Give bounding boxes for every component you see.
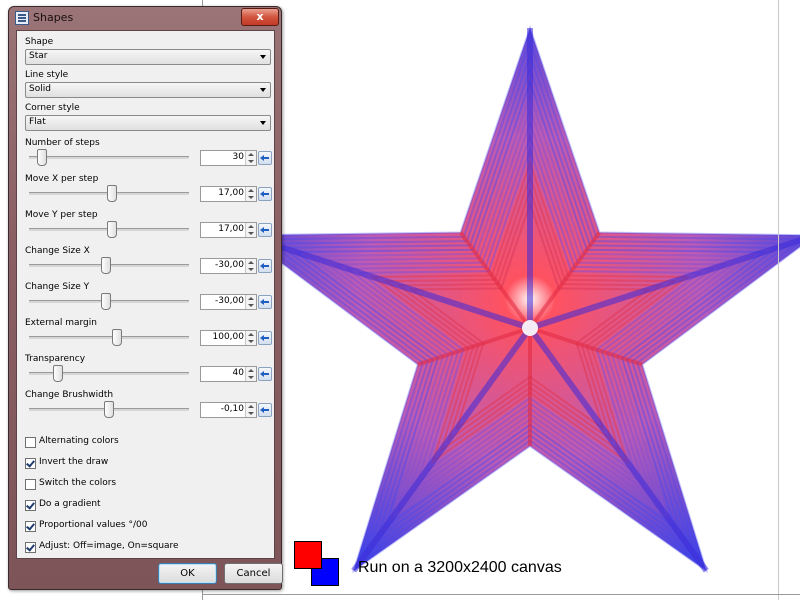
switch-the-colors-label: Switch the colors	[39, 478, 117, 488]
do-a-gradient-checkbox[interactable]	[25, 500, 36, 511]
spin-arrows-icon[interactable]	[245, 367, 256, 381]
transparency-label: Transparency	[25, 354, 86, 364]
corner-style-select-value: Flat	[29, 117, 46, 127]
change-size-y-value: -30,00	[214, 296, 244, 306]
number-of-steps-slider-track[interactable]	[29, 156, 189, 159]
number-of-steps-slider-thumb[interactable]	[37, 149, 47, 166]
move-x-per-step-spinbox[interactable]: 17,00	[200, 186, 257, 202]
line-style-select-value: Solid	[29, 84, 51, 94]
external-margin-slider-track[interactable]	[29, 336, 189, 339]
proportional-values-00-checkbox[interactable]	[25, 521, 36, 532]
change-size-y-label: Change Size Y	[25, 282, 90, 292]
dialog-title: Shapes	[33, 11, 74, 24]
invert-the-draw-label: Invert the draw	[39, 457, 109, 467]
canvas-border-right	[778, 0, 779, 600]
move-y-per-step-reset-arrow-icon[interactable]	[258, 223, 272, 237]
transparency-slider-thumb[interactable]	[53, 365, 63, 382]
spin-arrows-icon[interactable]	[245, 331, 256, 345]
line-style-select[interactable]: Solid	[25, 82, 271, 98]
invert-the-draw-checkbox[interactable]	[25, 458, 36, 469]
canvas-caption: Run on a 3200x2400 canvas	[358, 559, 562, 576]
change-brushwidth-value: -0,10	[220, 404, 244, 414]
change-size-x-reset-arrow-icon[interactable]	[258, 259, 272, 273]
dialog-footer: OK Cancel	[16, 559, 283, 587]
dialog-titlebar[interactable]: Shapes x	[9, 7, 281, 29]
number-of-steps-value: 30	[232, 152, 244, 162]
change-brushwidth-reset-arrow-icon[interactable]	[258, 403, 272, 417]
change-size-y-spinbox[interactable]: -30,00	[200, 294, 257, 310]
change-size-x-slider-thumb[interactable]	[101, 257, 111, 274]
corner-style-select[interactable]: Flat	[25, 115, 271, 131]
ok-button[interactable]: OK	[158, 563, 217, 584]
external-margin-label: External margin	[25, 318, 97, 328]
do-a-gradient-label: Do a gradient	[39, 499, 101, 509]
switch-the-colors-checkbox[interactable]	[25, 479, 36, 490]
change-brushwidth-slider-thumb[interactable]	[104, 401, 114, 418]
change-size-x-label: Change Size X	[25, 246, 90, 256]
external-margin-slider-thumb[interactable]	[112, 329, 122, 346]
move-x-per-step-value: 17,00	[218, 188, 244, 198]
chevron-down-icon	[260, 55, 266, 59]
transparency-reset-arrow-icon[interactable]	[258, 367, 272, 381]
number-of-steps-label: Number of steps	[25, 138, 100, 148]
spin-arrows-icon[interactable]	[245, 151, 256, 165]
star-layer	[241, 24, 800, 574]
move-y-per-step-slider-thumb[interactable]	[107, 221, 117, 238]
change-size-y-reset-arrow-icon[interactable]	[258, 295, 272, 309]
move-x-per-step-slider-thumb[interactable]	[107, 185, 117, 202]
move-y-per-step-spinbox[interactable]: 17,00	[200, 222, 257, 238]
external-margin-reset-arrow-icon[interactable]	[258, 331, 272, 345]
alternating-colors-label: Alternating colors	[39, 436, 119, 446]
canvas-border-bottom	[202, 594, 800, 595]
change-size-y-slider-thumb[interactable]	[101, 293, 111, 310]
shapes-dialog: Shapes x Shape Star Line style Solid Cor…	[8, 6, 283, 590]
move-x-per-step-label: Move X per step	[25, 174, 99, 184]
shape-select-value: Star	[29, 51, 48, 61]
spin-arrows-icon[interactable]	[245, 187, 256, 201]
spin-arrows-icon[interactable]	[245, 295, 256, 309]
primary-color-swatch[interactable]	[294, 541, 322, 569]
shape-select[interactable]: Star	[25, 49, 271, 65]
chevron-down-icon	[260, 121, 266, 125]
number-of-steps-spinbox[interactable]: 30	[200, 150, 257, 166]
dialog-app-icon	[15, 11, 29, 25]
cancel-button[interactable]: Cancel	[224, 563, 283, 584]
number-of-steps-reset-arrow-icon[interactable]	[258, 151, 272, 165]
external-margin-spinbox[interactable]: 100,00	[200, 330, 257, 346]
move-x-per-step-reset-arrow-icon[interactable]	[258, 187, 272, 201]
change-brushwidth-label: Change Brushwidth	[25, 390, 114, 400]
move-y-per-step-label: Move Y per step	[25, 210, 98, 220]
change-brushwidth-spinbox[interactable]: -0,10	[200, 402, 257, 418]
move-y-per-step-value: 17,00	[218, 224, 244, 234]
change-size-x-spinbox[interactable]: -30,00	[200, 258, 257, 274]
line-style-label: Line style	[25, 70, 69, 80]
close-button[interactable]: x	[241, 8, 279, 26]
star-center-highlight	[522, 320, 538, 336]
transparency-value: 40	[232, 368, 244, 378]
change-size-x-value: -30,00	[214, 260, 244, 270]
spin-arrows-icon[interactable]	[245, 259, 256, 273]
external-margin-value: 100,00	[212, 332, 245, 342]
spin-arrows-icon[interactable]	[245, 403, 256, 417]
transparency-spinbox[interactable]: 40	[200, 366, 257, 382]
spin-arrows-icon[interactable]	[245, 223, 256, 237]
alternating-colors-checkbox[interactable]	[25, 437, 36, 448]
corner-style-label: Corner style	[25, 103, 80, 113]
adjust-off-image-on-square-checkbox[interactable]	[25, 542, 36, 553]
adjust-off-image-on-square-label: Adjust: Off=image, On=square	[39, 541, 179, 551]
chevron-down-icon	[260, 88, 266, 92]
shape-label: Shape	[25, 37, 54, 47]
proportional-values-00-label: Proportional values °/00	[39, 520, 148, 530]
dialog-client-area: Shape Star Line style Solid Corner style…	[16, 30, 275, 559]
